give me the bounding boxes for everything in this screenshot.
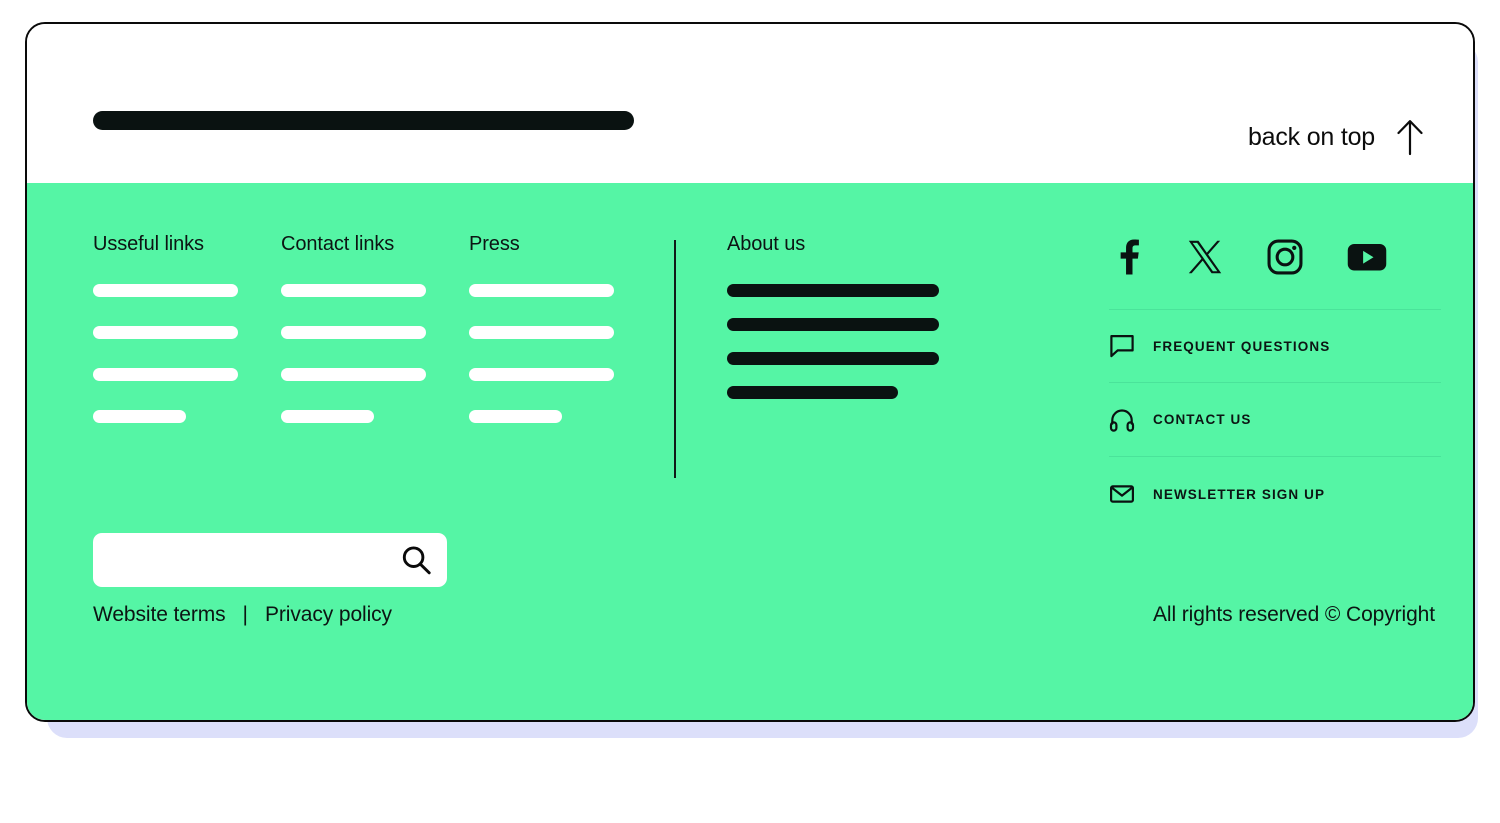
link-placeholder-list: [93, 284, 281, 423]
link-placeholder[interactable]: [281, 326, 426, 339]
link-placeholder[interactable]: [93, 410, 186, 423]
footer-right-rail: FREQUENT QUESTIONS CONTACT US NEWSLETTER…: [1109, 231, 1441, 531]
social-links: [1109, 231, 1441, 283]
legal-links: Website terms | Privacy policy: [93, 603, 392, 627]
facebook-icon[interactable]: [1113, 238, 1143, 276]
instagram-icon[interactable]: [1267, 239, 1303, 275]
link-placeholder[interactable]: [469, 368, 614, 381]
footer-legal-row: Website terms | Privacy policy All right…: [93, 603, 1435, 627]
legal-separator: |: [242, 603, 248, 626]
footer-column-useful-links: Usseful links: [93, 233, 281, 423]
website-terms-link[interactable]: Website terms: [93, 603, 226, 627]
about-placeholder-list: [727, 284, 987, 399]
quick-link-label: CONTACT US: [1153, 412, 1252, 427]
quick-link-label: FREQUENT QUESTIONS: [1153, 338, 1331, 354]
about-placeholder[interactable]: [727, 386, 898, 399]
footer-column-about-us: About us: [727, 233, 987, 399]
search-input[interactable]: [111, 533, 399, 587]
privacy-policy-link[interactable]: Privacy policy: [265, 603, 392, 627]
column-title: About us: [727, 233, 806, 255]
back-to-top-button[interactable]: back on top: [1248, 118, 1425, 156]
link-placeholder[interactable]: [93, 326, 238, 339]
link-placeholder[interactable]: [469, 410, 562, 423]
quick-link-newsletter-sign-up[interactable]: NEWSLETTER SIGN UP: [1109, 457, 1441, 531]
search-box[interactable]: [93, 533, 447, 587]
quick-link-contact-us[interactable]: CONTACT US: [1109, 383, 1441, 457]
headphones-icon: [1109, 408, 1135, 432]
about-placeholder[interactable]: [727, 318, 939, 331]
link-placeholder[interactable]: [281, 284, 426, 297]
link-placeholder[interactable]: [281, 410, 374, 423]
footer-link-columns: Usseful links Contact links Press: [93, 233, 657, 423]
logo-placeholder: [93, 111, 634, 130]
quick-link-frequent-questions[interactable]: FREQUENT QUESTIONS: [1109, 309, 1441, 383]
link-placeholder-list: [469, 284, 657, 423]
footer-column-press: Press: [469, 233, 657, 423]
link-placeholder-list: [281, 284, 469, 423]
copyright-text: All rights reserved © Copyright: [1153, 603, 1435, 626]
column-title: Usseful links: [93, 233, 204, 255]
quick-link-label: NEWSLETTER SIGN UP: [1153, 486, 1326, 502]
link-placeholder[interactable]: [281, 368, 426, 381]
column-title: Press: [469, 233, 520, 255]
link-placeholder[interactable]: [93, 368, 238, 381]
search-icon[interactable]: [399, 543, 433, 577]
footer-body: Usseful links Contact links Press About …: [27, 183, 1473, 720]
about-placeholder[interactable]: [727, 352, 939, 365]
column-title: Contact links: [281, 233, 395, 255]
quick-links-list: FREQUENT QUESTIONS CONTACT US NEWSLETTER…: [1109, 309, 1441, 531]
link-placeholder[interactable]: [469, 326, 614, 339]
about-placeholder[interactable]: [727, 284, 939, 297]
screenshot-stage: back on top Usseful links Contact links …: [0, 0, 1500, 823]
link-placeholder[interactable]: [469, 284, 614, 297]
x-twitter-icon[interactable]: [1187, 239, 1223, 275]
link-placeholder[interactable]: [93, 284, 238, 297]
envelope-icon: [1109, 485, 1134, 503]
footer-card: back on top Usseful links Contact links …: [25, 22, 1475, 722]
vertical-divider: [674, 240, 676, 478]
footer-column-contact-links: Contact links: [281, 233, 469, 423]
footer-header: back on top: [27, 24, 1473, 183]
arrow-up-icon: [1397, 120, 1423, 156]
youtube-icon[interactable]: [1347, 242, 1387, 272]
back-to-top-label: back on top: [1247, 122, 1375, 151]
chat-bubble-icon: [1110, 335, 1134, 358]
